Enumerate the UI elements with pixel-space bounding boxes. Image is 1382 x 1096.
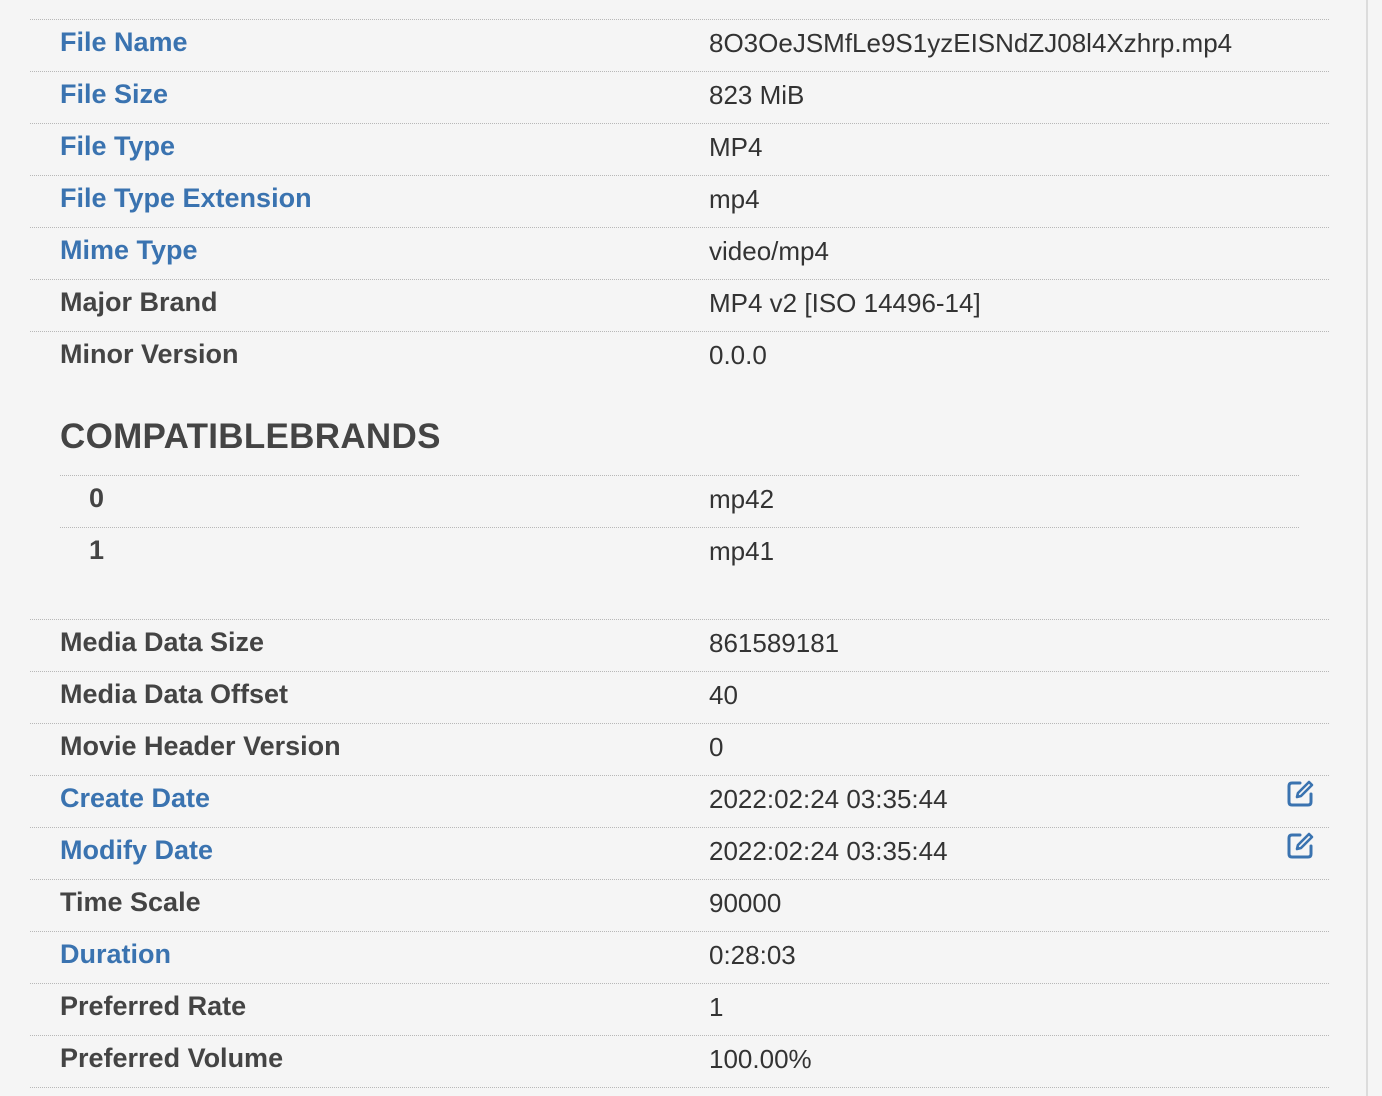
file-size-value: 823 MiB — [709, 80, 805, 110]
compatible-brand-index: 0 — [89, 483, 105, 513]
time-scale-value: 90000 — [709, 888, 782, 918]
metadata-row-movie-header-version: Movie Header Version 0 — [30, 724, 1329, 776]
duration-link[interactable]: Duration — [60, 939, 171, 970]
metadata-row-minor-version: Minor Version 0.0.0 — [30, 332, 1329, 384]
compatible-brand-row: 0 mp42 — [60, 476, 1299, 528]
compatible-brand-value: mp42 — [709, 484, 775, 514]
metadata-row-time-scale: Time Scale 90000 — [30, 880, 1329, 932]
metadata-row-create-date: Create Date 2022:02:24 03:35:44 — [30, 776, 1329, 828]
modify-date-value: 2022:02:24 03:35:44 — [709, 836, 948, 866]
compatible-brand-index: 1 — [89, 535, 105, 565]
file-type-extension-value: mp4 — [709, 184, 760, 214]
metadata-panel: File Name 8O3OeJSMfLe9S1yzEISNdZJ08l4Xzh… — [0, 0, 1366, 1096]
compatible-brand-row: 1 mp41 — [60, 528, 1299, 580]
media-data-offset-label: Media Data Offset — [60, 679, 289, 709]
media-data-size-label: Media Data Size — [60, 627, 265, 657]
edit-icon[interactable] — [1285, 831, 1315, 861]
media-data-offset-value: 40 — [709, 680, 738, 710]
metadata-row-file-type: File Type MP4 — [30, 124, 1329, 176]
metadata-row-modify-date: Modify Date 2022:02:24 03:35:44 — [30, 828, 1329, 880]
file-name-value: 8O3OeJSMfLe9S1yzEISNdZJ08l4Xzhrp.mp4 — [709, 28, 1233, 58]
time-scale-label: Time Scale — [60, 887, 201, 917]
file-type-value: MP4 — [709, 132, 763, 162]
file-size-link[interactable]: File Size — [60, 79, 168, 110]
file-type-extension-link[interactable]: File Type Extension — [60, 183, 312, 214]
preferred-volume-label: Preferred Volume — [60, 1043, 284, 1073]
movie-header-version-value: 0 — [709, 732, 724, 762]
create-date-link[interactable]: Create Date — [60, 783, 210, 814]
compatible-brands-heading: COMPATIBLEBRANDS — [60, 417, 441, 456]
major-brand-label: Major Brand — [60, 287, 218, 317]
movie-header-version-label: Movie Header Version — [60, 731, 341, 761]
media-data-size-value: 861589181 — [709, 628, 840, 658]
mime-type-link[interactable]: Mime Type — [60, 235, 198, 266]
metadata-row-mime-type: Mime Type video/mp4 — [30, 228, 1329, 280]
duration-value: 0:28:03 — [709, 940, 796, 970]
metadata-row-file-type-extension: File Type Extension mp4 — [30, 176, 1329, 228]
file-name-link[interactable]: File Name — [60, 27, 188, 58]
minor-version-value: 0.0.0 — [709, 340, 767, 370]
scrollbar[interactable] — [1366, 0, 1382, 1096]
metadata-row-file-size: File Size 823 MiB — [30, 72, 1329, 124]
major-brand-value: MP4 v2 [ISO 14496-14] — [709, 288, 981, 318]
metadata-row-media-data-offset: Media Data Offset 40 — [30, 672, 1329, 724]
metadata-row-file-name: File Name 8O3OeJSMfLe9S1yzEISNdZJ08l4Xzh… — [30, 20, 1329, 72]
preferred-volume-value: 100.00% — [709, 1044, 812, 1074]
file-type-link[interactable]: File Type — [60, 131, 175, 162]
preferred-rate-value: 1 — [709, 992, 724, 1022]
mime-type-value: video/mp4 — [709, 236, 829, 266]
compatible-brand-value: mp41 — [709, 536, 775, 566]
metadata-row-duration: Duration 0:28:03 — [30, 932, 1329, 984]
minor-version-label: Minor Version — [60, 339, 239, 369]
metadata-row-major-brand: Major Brand MP4 v2 [ISO 14496-14] — [30, 280, 1329, 332]
metadata-row-preferred-volume: Preferred Volume 100.00% — [30, 1036, 1329, 1088]
modify-date-link[interactable]: Modify Date — [60, 835, 213, 866]
edit-icon[interactable] — [1285, 779, 1315, 809]
metadata-row-media-data-size: Media Data Size 861589181 — [30, 620, 1329, 672]
metadata-row-preferred-rate: Preferred Rate 1 — [30, 984, 1329, 1036]
create-date-value: 2022:02:24 03:35:44 — [709, 784, 948, 814]
preferred-rate-label: Preferred Rate — [60, 991, 247, 1021]
